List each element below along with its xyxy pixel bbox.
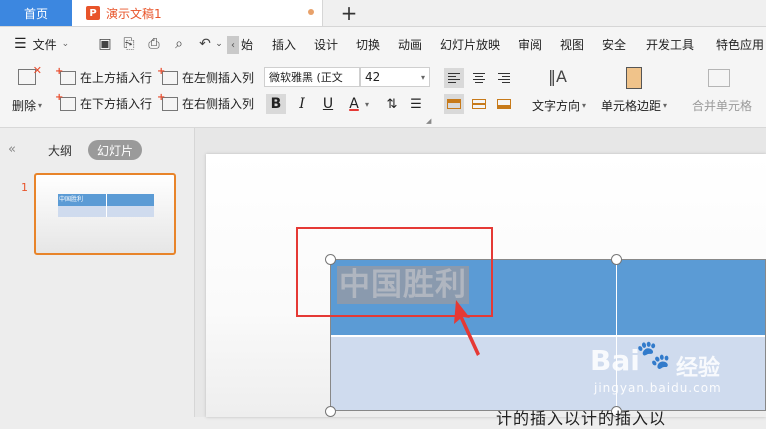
font-family-select[interactable]: 微软雅黑 (正文 [264, 67, 360, 87]
align-center-icon [473, 73, 485, 83]
insert-row-above-icon: + [55, 66, 76, 85]
baidu-logo: Bai [590, 344, 640, 377]
font-size-select[interactable]: 42 ▾ [360, 67, 430, 87]
underline-button[interactable]: U [318, 94, 338, 114]
line-spacing-icon[interactable]: ⇅ [382, 94, 402, 114]
align-bottom-icon [497, 99, 511, 109]
delete-table-icon[interactable]: ✕ [18, 64, 42, 87]
merge-cells-icon [708, 69, 730, 87]
undo-dropdown-icon[interactable]: ⌄ [210, 35, 228, 53]
menu-item-review[interactable]: 审阅 [518, 27, 542, 61]
cell-margin-icon[interactable] [626, 67, 642, 89]
hamburger-icon: ☰ [14, 36, 27, 52]
thumb-table-divider [106, 194, 107, 217]
insert-row-below-button[interactable]: + 在下方插入行 [55, 92, 152, 112]
tab-document[interactable]: P 演示文稿1 [72, 0, 323, 26]
ribbon-scroll-left-button[interactable]: ‹ [227, 36, 239, 54]
menu-item-security[interactable]: 安全 [602, 27, 626, 61]
presentation-icon: P [86, 6, 100, 20]
italic-button[interactable]: I [292, 94, 312, 114]
thumb-cell-text: 中国胜利 [59, 196, 84, 203]
slide-body-text: 计的插入以计的插入以 [496, 409, 667, 428]
font-color-button[interactable]: A [344, 94, 364, 114]
tab-home[interactable]: 首页 [0, 0, 72, 26]
menu-item-features[interactable]: 特色应用 [716, 27, 764, 61]
align-right-button[interactable] [494, 68, 514, 88]
menu-item-developer[interactable]: 开发工具 [646, 27, 694, 61]
chevron-down-icon[interactable]: ▾ [362, 94, 372, 114]
save-icon[interactable]: ▣ [96, 35, 114, 53]
align-top-button[interactable] [444, 94, 464, 114]
slide-number: 1 [21, 181, 28, 194]
chevron-down-icon: ▾ [420, 72, 425, 82]
paragraph-spacing-icon[interactable]: ☰ [406, 94, 426, 114]
paw-icon: 🐾 [636, 338, 671, 371]
align-center-button[interactable] [469, 68, 489, 88]
ribbon: ✕ 删除 ▾ + 在上方插入行 + 在下方插入行 + 在左侧插入列 + 在右侧插入… [0, 61, 766, 128]
slide-panel [0, 128, 195, 417]
align-bottom-button[interactable] [494, 94, 514, 114]
collapse-panel-icon[interactable]: « [8, 142, 16, 157]
insert-column-left-button[interactable]: + 在左侧插入列 [157, 66, 254, 86]
insert-column-left-icon: + [157, 66, 178, 85]
insert-row-above-button[interactable]: + 在上方插入行 [55, 66, 152, 86]
print-icon[interactable]: ⎙ [145, 35, 163, 53]
file-menu[interactable]: ☰ 文件 ⌄ [14, 27, 69, 61]
menu-item-insert[interactable]: 插入 [272, 27, 296, 61]
annotation-arrow-icon [454, 300, 480, 356]
tab-outline[interactable]: 大纲 [48, 142, 72, 159]
text-direction-button[interactable]: 文字方向 ▾ [532, 97, 586, 114]
align-top-icon [447, 99, 461, 109]
menu-item-animation[interactable]: 动画 [398, 27, 422, 61]
align-middle-icon [472, 99, 486, 109]
resize-handle-top-middle[interactable] [611, 254, 622, 265]
insert-column-right-icon: + [157, 92, 178, 111]
menu-item-start[interactable]: 始 [241, 27, 253, 61]
watermark-url: jingyan.baidu.com [594, 381, 722, 395]
bold-button[interactable]: B [266, 94, 286, 114]
cell-margin-button[interactable]: 单元格边距 ▾ [601, 97, 667, 114]
print-preview-icon[interactable]: ⌕ [170, 35, 188, 53]
insert-column-right-button[interactable]: + 在右侧插入列 [157, 92, 254, 112]
add-tab-button[interactable]: + [336, 0, 362, 26]
insert-row-below-icon: + [55, 92, 76, 111]
unsaved-dot-icon [308, 9, 314, 15]
menu-item-design[interactable]: 设计 [314, 27, 338, 61]
menu-bar: ☰ 文件 ⌄ ▣ ⎘ ⎙ ⌕ ↶ ⌄ ‹ 始 插入 设计 切换 动画 幻灯片放映… [0, 27, 766, 61]
slide-thumbnail[interactable]: 中国胜利 [34, 173, 176, 255]
menu-item-slideshow[interactable]: 幻灯片放映 [440, 27, 500, 61]
menu-item-view[interactable]: 视图 [560, 27, 584, 61]
align-right-icon [498, 73, 510, 83]
align-left-button[interactable] [444, 68, 464, 88]
menu-item-transition[interactable]: 切换 [356, 27, 380, 61]
chevron-down-icon: ⌄ [61, 39, 70, 49]
delete-button[interactable]: 删除 ▾ [12, 97, 42, 114]
merge-cells-button[interactable]: 合并单元格 [692, 97, 752, 114]
watermark-name: 经验 [676, 356, 721, 381]
export-icon[interactable]: ⎘ [120, 35, 138, 53]
text-direction-icon[interactable]: ‖A [548, 67, 567, 86]
align-left-icon [448, 73, 460, 83]
align-middle-button[interactable] [469, 94, 489, 114]
font-dialog-launcher-icon[interactable]: ◢ [426, 117, 431, 125]
tab-slides[interactable]: 幻灯片 [88, 140, 142, 160]
document-title: 演示文稿1 [106, 6, 162, 21]
resize-handle-bottom-left[interactable] [325, 406, 336, 417]
